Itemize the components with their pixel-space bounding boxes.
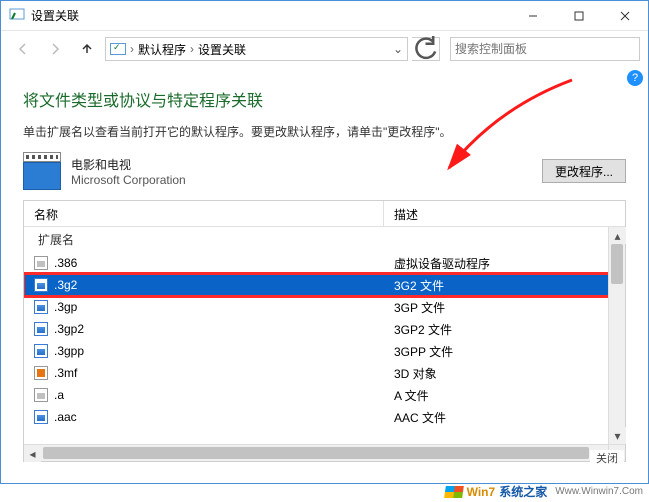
extension-desc: 虚拟设备驱动程序 <box>384 255 625 272</box>
maximize-button[interactable] <box>556 1 602 31</box>
table-row[interactable]: .3gp2 3GP2 文件 <box>24 318 625 340</box>
movies-tv-icon <box>23 152 61 190</box>
windows-flag-icon <box>444 486 464 498</box>
default-program-row: 电影和电视 Microsoft Corporation 更改程序... <box>23 152 626 190</box>
back-button[interactable] <box>9 35 37 63</box>
page-heading: 将文件类型或协议与特定程序关联 <box>23 87 626 111</box>
extension-desc: 3GPP 文件 <box>384 343 625 360</box>
extension-desc: 3D 对象 <box>384 365 625 382</box>
location-icon <box>110 43 126 55</box>
table-row[interactable]: .3mf 3D 对象 <box>24 362 625 384</box>
column-desc[interactable]: 描述 <box>384 201 625 226</box>
file-icon <box>34 410 48 424</box>
window-title: 设置关联 <box>31 7 79 24</box>
scroll-left-icon[interactable]: ◂ <box>24 445 41 462</box>
close-button[interactable] <box>602 1 648 31</box>
extension-name: .3mf <box>54 366 77 380</box>
table-row[interactable]: .3gpp 3GPP 文件 <box>24 340 625 362</box>
table-row[interactable]: .3gp 3GP 文件 <box>24 296 625 318</box>
table-row[interactable]: .a A 文件 <box>24 384 625 406</box>
group-header: 扩展名 <box>24 227 625 252</box>
extension-name: .3g2 <box>54 278 77 292</box>
file-icon <box>34 322 48 336</box>
extension-desc: AAC 文件 <box>384 409 625 426</box>
vertical-scrollbar[interactable]: ▴ ▾ <box>608 227 625 444</box>
extension-name: .aac <box>54 410 77 424</box>
list-body: 扩展名 .386虚拟设备驱动程序.3g23G2 文件.3gp3GP 文件.3gp… <box>24 227 625 445</box>
watermark-url: Www.Winwin7.Com <box>555 486 643 497</box>
search-box[interactable] <box>450 37 640 61</box>
watermark-text: Win7 <box>467 485 496 499</box>
address-bar[interactable]: › 默认程序 › 设置关联 ⌄ <box>105 37 408 61</box>
extension-name: .3gp2 <box>54 322 84 336</box>
extension-name: .3gp <box>54 300 77 314</box>
file-icon <box>34 256 48 270</box>
file-icon <box>34 366 48 380</box>
window: 设置关联 › 默认程序 › 设置关联 ⌄ ? 将文件类型或协议与特定程序关联 单… <box>0 0 649 484</box>
page-subtext: 单击扩展名以查看当前打开它的默认程序。要更改默认程序，请单击"更改程序"。 <box>23 123 626 140</box>
app-icon <box>9 8 25 24</box>
chevron-right-icon: › <box>190 42 194 56</box>
titlebar: 设置关联 <box>1 1 648 31</box>
extension-desc: A 文件 <box>384 387 625 404</box>
watermark-text: 系统之家 <box>499 483 547 500</box>
extension-desc: 3GP 文件 <box>384 299 625 316</box>
search-input[interactable] <box>455 42 635 56</box>
program-vendor: Microsoft Corporation <box>71 173 186 187</box>
file-type-list: 名称 描述 扩展名 .386 虚拟设备驱动程序 .3g2 3G2 文件 .3gp 3GP … <box>23 200 626 462</box>
close-bottom-button[interactable]: 关闭 <box>590 450 624 466</box>
scroll-thumb[interactable] <box>611 244 623 284</box>
chevron-down-icon[interactable]: ⌄ <box>393 42 403 56</box>
up-button[interactable] <box>73 35 101 63</box>
refresh-button[interactable] <box>412 37 440 61</box>
table-row[interactable]: .3g2 3G2 文件 <box>24 274 625 296</box>
extension-name: .3gpp <box>54 344 84 358</box>
file-icon <box>34 344 48 358</box>
table-row[interactable]: .386 虚拟设备驱动程序 <box>24 252 625 274</box>
minimize-button[interactable] <box>510 1 556 31</box>
hscroll-thumb[interactable] <box>43 447 589 459</box>
content-area: 将文件类型或协议与特定程序关联 单击扩展名以查看当前打开它的默认程序。要更改默认… <box>1 67 648 470</box>
file-icon <box>34 278 48 292</box>
extension-name: .a <box>54 388 64 402</box>
file-icon <box>34 388 48 402</box>
chevron-right-icon: › <box>130 42 134 56</box>
scroll-up-icon[interactable]: ▴ <box>609 227 626 244</box>
extension-desc: 3G2 文件 <box>384 277 625 294</box>
horizontal-scrollbar[interactable]: ◂ ▸ <box>24 444 608 461</box>
forward-button[interactable] <box>41 35 69 63</box>
program-name: 电影和电视 <box>71 156 186 173</box>
nav-row: › 默认程序 › 设置关联 ⌄ <box>1 31 648 67</box>
file-icon <box>34 300 48 314</box>
scroll-down-icon[interactable]: ▾ <box>609 427 626 444</box>
list-header: 名称 描述 <box>24 201 625 227</box>
extension-name: .386 <box>54 256 77 270</box>
extension-desc: 3GP2 文件 <box>384 321 625 338</box>
watermark: Win7系统之家 Www.Winwin7.Com <box>445 483 643 500</box>
change-program-button[interactable]: 更改程序... <box>542 159 626 183</box>
column-name[interactable]: 名称 <box>24 201 384 226</box>
table-row[interactable]: .aac AAC 文件 <box>24 406 625 428</box>
breadcrumb-item[interactable]: 设置关联 <box>198 41 246 58</box>
breadcrumb-item[interactable]: 默认程序 <box>138 41 186 58</box>
